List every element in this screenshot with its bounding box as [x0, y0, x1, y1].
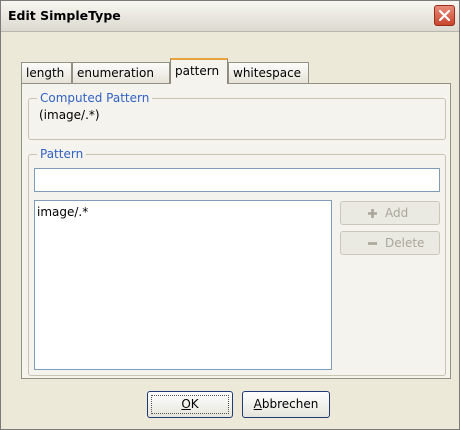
- cancel-mnemonic: A: [253, 397, 262, 411]
- pattern-list[interactable]: image/.*: [34, 200, 332, 370]
- add-button-label: Add: [385, 206, 409, 220]
- tab-label: pattern: [175, 64, 220, 78]
- add-button[interactable]: Add: [340, 201, 440, 225]
- title-bar[interactable]: Edit SimpleType: [1, 1, 459, 32]
- pattern-input[interactable]: [34, 168, 440, 192]
- tab-label: whitespace: [233, 66, 302, 80]
- delete-button[interactable]: Delete: [340, 231, 440, 255]
- minus-icon: [368, 242, 377, 245]
- pattern-tab-panel: Computed Pattern (image/.*) Pattern imag…: [21, 83, 451, 379]
- edit-simpletype-dialog: Edit SimpleType length enumeration patte…: [0, 0, 460, 430]
- computed-pattern-group: Computed Pattern (image/.*): [28, 91, 446, 140]
- ok-label-rest: K: [190, 397, 199, 411]
- tab-label: enumeration: [77, 66, 154, 80]
- tab-pattern[interactable]: pattern: [170, 58, 228, 84]
- ok-button[interactable]: OK: [147, 391, 233, 418]
- ok-mnemonic: O: [181, 397, 191, 411]
- dialog-title: Edit SimpleType: [8, 8, 121, 23]
- cancel-label-rest: bbrechen: [261, 397, 319, 411]
- pattern-legend: Pattern: [37, 147, 87, 161]
- computed-pattern-value: (image/.*): [39, 108, 100, 122]
- tab-length[interactable]: length: [21, 62, 72, 84]
- cancel-button[interactable]: Abbrechen: [242, 391, 330, 418]
- list-item[interactable]: image/.*: [37, 205, 88, 219]
- close-button[interactable]: [434, 5, 455, 26]
- computed-pattern-legend: Computed Pattern: [37, 91, 153, 105]
- delete-button-label: Delete: [385, 236, 425, 250]
- tab-label: length: [26, 66, 65, 80]
- tab-whitespace[interactable]: whitespace: [228, 62, 309, 84]
- tab-enumeration[interactable]: enumeration: [72, 62, 170, 84]
- close-icon: [439, 10, 450, 21]
- plus-icon: [368, 209, 377, 218]
